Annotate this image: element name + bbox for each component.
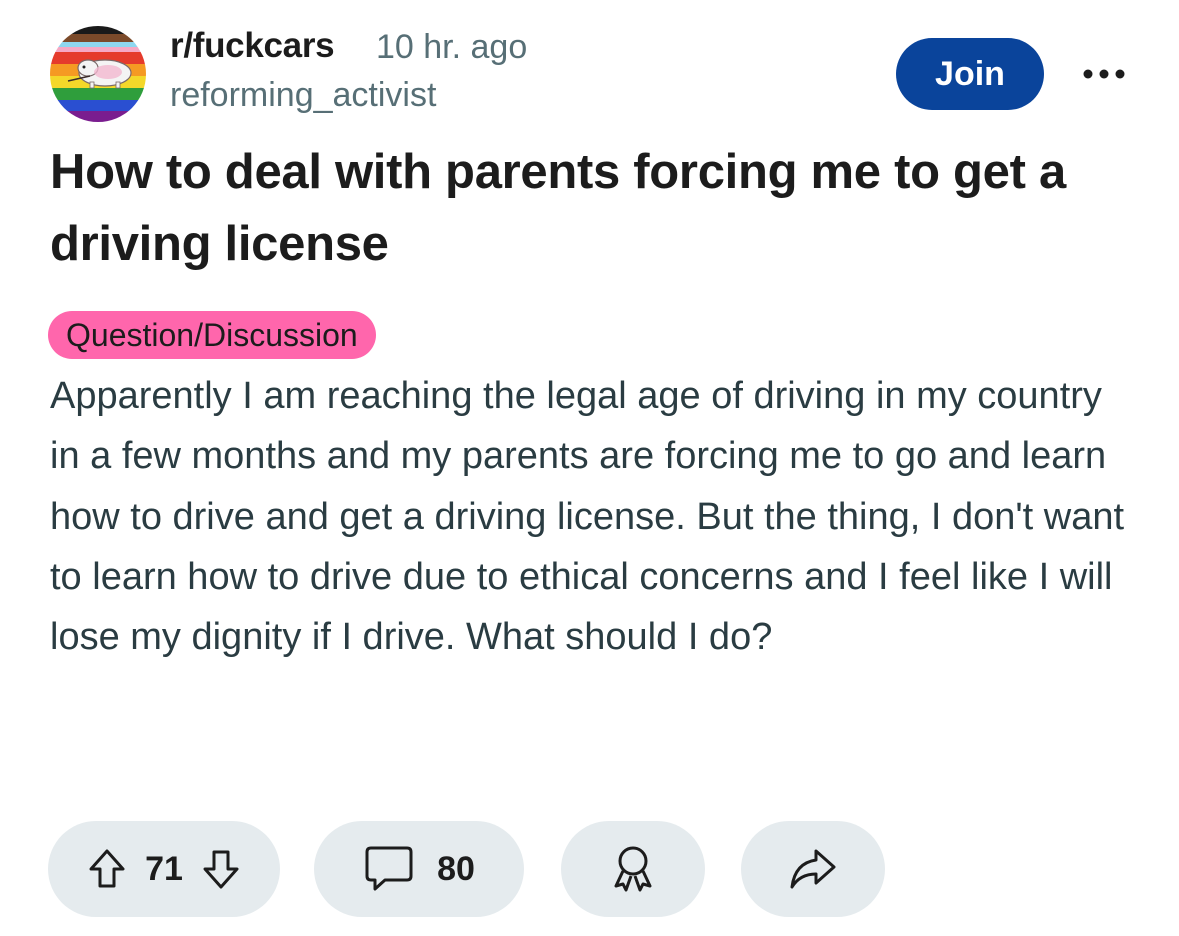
post-title[interactable]: How to deal with parents forcing me to g… — [50, 136, 1140, 280]
post-author[interactable]: reforming_activist — [170, 76, 436, 115]
more-options-button[interactable] — [1076, 56, 1132, 92]
comment-count: 80 — [437, 849, 475, 888]
post-time: 10 hr. ago — [376, 28, 528, 66]
share-button[interactable] — [741, 821, 885, 917]
post-body: Apparently I am reaching the legal age o… — [50, 375, 1125, 659]
vote-count: 71 — [145, 849, 183, 888]
more-icon — [1083, 69, 1125, 79]
comment-icon — [365, 846, 413, 891]
comment-icon-wrap — [363, 844, 415, 894]
award-icon — [614, 846, 652, 892]
award-button[interactable] — [561, 821, 705, 917]
subreddit-name[interactable]: r/fuckcars — [170, 26, 335, 66]
join-button[interactable]: Join — [896, 38, 1044, 110]
upvote-button[interactable] — [87, 848, 127, 890]
vote-bar: 71 — [48, 821, 280, 917]
share-icon — [790, 849, 836, 889]
downvote-button[interactable] — [201, 848, 241, 890]
downvote-icon — [203, 850, 239, 889]
avatar-image — [50, 26, 146, 122]
subreddit-avatar[interactable] — [50, 26, 146, 122]
post-flair[interactable]: Question/Discussion — [48, 311, 376, 359]
comments-button[interactable]: 80 — [314, 821, 524, 917]
upvote-icon — [89, 849, 125, 888]
